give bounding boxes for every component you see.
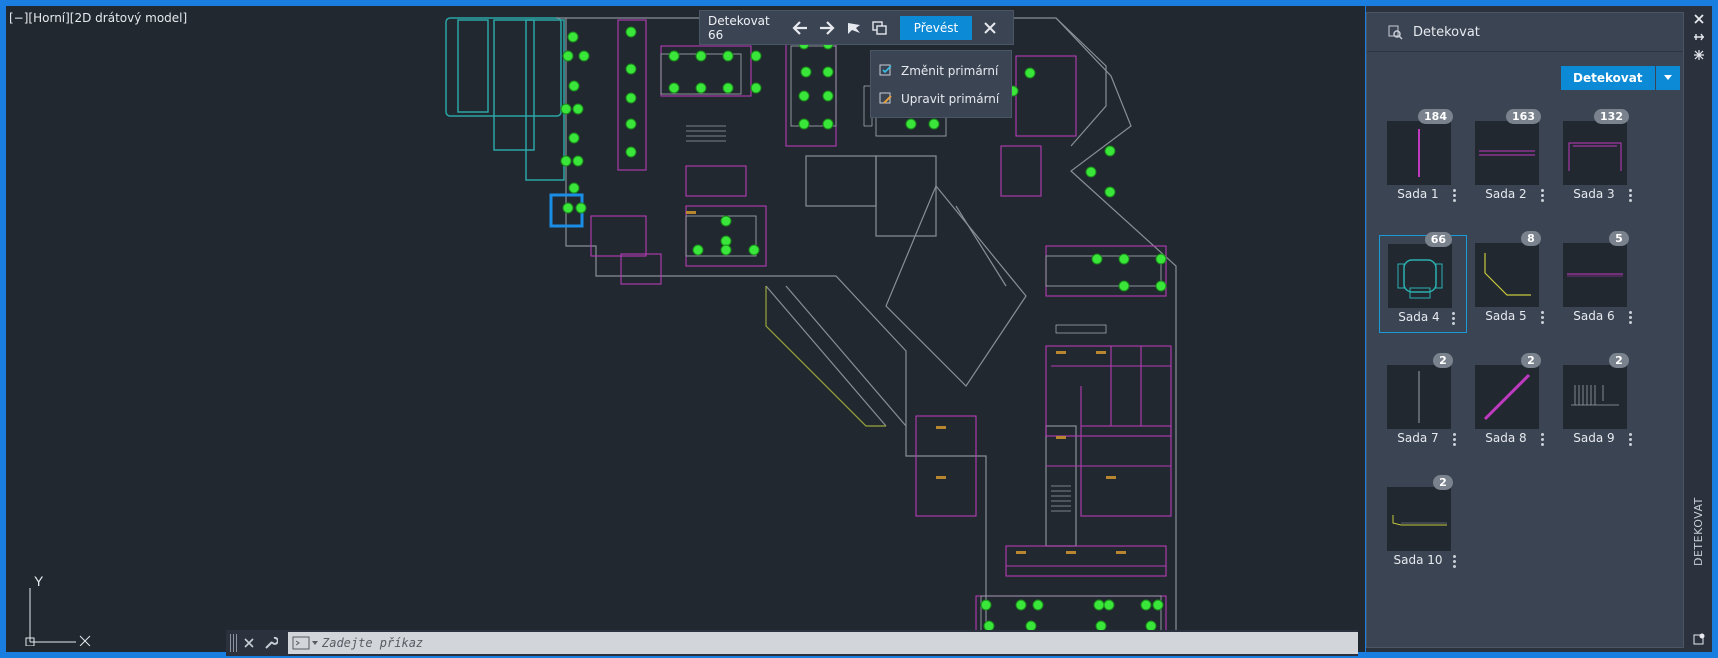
set-card[interactable]: 2 Sada 9	[1555, 353, 1643, 455]
close-icon[interactable]	[1686, 10, 1712, 28]
set-thumbnail	[1475, 365, 1539, 429]
menu-item-change-primary[interactable]: Změnit primární	[871, 57, 1011, 85]
set-thumbnail	[1563, 121, 1627, 185]
more-icon[interactable]	[1453, 555, 1457, 569]
set-card[interactable]: 2 Sada 8	[1467, 353, 1555, 455]
set-card[interactable]: 5 Sada 6	[1555, 231, 1643, 333]
ucs-icon: Y	[25, 573, 91, 646]
set-card[interactable]: 184 Sada 1	[1379, 109, 1467, 211]
detect-toolbar: Detekovat 66 Převést	[699, 10, 1014, 45]
copy-icon[interactable]	[869, 15, 892, 41]
set-card[interactable]: 8 Sada 5	[1467, 231, 1555, 333]
convert-button[interactable]: Převést	[899, 15, 973, 40]
set-label: Sada 8	[1485, 431, 1527, 445]
set-label: Sada 4	[1398, 310, 1440, 324]
count-badge: 2	[1609, 353, 1629, 368]
more-icon[interactable]	[1629, 311, 1633, 325]
set-thumbnail	[1475, 121, 1539, 185]
more-icon[interactable]	[1541, 189, 1545, 203]
palette-title: Detekovat	[1413, 24, 1480, 40]
menu-item-label: Změnit primární	[901, 64, 999, 78]
detect-palette: Detekovat Detekovat 184 Sada 1 163 Sada …	[1366, 6, 1712, 652]
palette-vertical-title: DETEKOVAT	[1692, 497, 1705, 566]
detect-settings-icon[interactable]	[1686, 630, 1712, 648]
ucs-y-label: Y	[34, 573, 44, 589]
set-label: Sada 5	[1485, 309, 1527, 323]
set-thumbnail	[1387, 121, 1451, 185]
detect-menu: Změnit primární Upravit primární	[870, 50, 1012, 118]
palette-body: Detekovat Detekovat 184 Sada 1 163 Sada …	[1366, 12, 1684, 648]
detect-button[interactable]: Detekovat	[1561, 66, 1655, 90]
detect-dropdown-button[interactable]	[1655, 66, 1680, 90]
count-badge: 2	[1521, 353, 1541, 368]
set-thumbnail	[1387, 487, 1451, 551]
command-prompt-icon[interactable]	[292, 636, 322, 650]
set-thumbnail	[1388, 244, 1452, 308]
detect-icon	[1388, 25, 1403, 40]
close-icon[interactable]	[238, 632, 260, 654]
detect-count-label: Detekovat 66	[708, 13, 770, 42]
set-thumbnail	[1563, 365, 1627, 429]
set-card[interactable]: 163 Sada 2	[1467, 109, 1555, 211]
flag-icon[interactable]	[842, 15, 865, 41]
divider	[1367, 51, 1683, 52]
set-card[interactable]: 2 Sada 10	[1379, 475, 1467, 577]
more-icon[interactable]	[1541, 311, 1545, 325]
change-primary-icon	[879, 64, 892, 76]
viewport-controls-label[interactable]: [−][Horní][2D drátový model]	[9, 11, 187, 25]
set-thumbnail	[1475, 243, 1539, 307]
set-label: Sada 9	[1573, 431, 1615, 445]
command-line: Zadejte příkaz	[226, 630, 1358, 656]
properties-icon[interactable]	[1686, 46, 1712, 64]
auto-hide-icon[interactable]	[1686, 28, 1712, 46]
menu-item-label: Upravit primární	[901, 92, 1000, 106]
count-badge: 132	[1594, 109, 1629, 124]
command-input[interactable]: Zadejte příkaz	[288, 632, 1358, 654]
menu-item-edit-primary[interactable]: Upravit primární	[871, 85, 1011, 113]
palette-header: Detekovat	[1367, 13, 1683, 51]
close-icon[interactable]	[978, 15, 1001, 41]
set-label: Sada 2	[1485, 187, 1527, 201]
count-badge: 8	[1521, 231, 1541, 246]
set-card[interactable]: 2 Sada 7	[1379, 353, 1467, 455]
drag-handle[interactable]	[230, 634, 238, 652]
command-placeholder: Zadejte příkaz	[322, 636, 424, 650]
set-label: Sada 6	[1573, 309, 1615, 323]
set-thumbnail	[1387, 365, 1451, 429]
set-card[interactable]: 132 Sada 3	[1555, 109, 1643, 211]
edit-primary-icon	[879, 92, 892, 104]
set-label: Sada 7	[1397, 431, 1439, 445]
detect-button-group: Detekovat	[1561, 66, 1680, 90]
count-badge: 2	[1433, 475, 1453, 490]
arrow-left-icon[interactable]	[789, 15, 812, 41]
drawing-viewport[interactable]: [−][Horní][2D drátový model] Y Detekovat…	[6, 6, 1365, 652]
count-badge: 184	[1418, 109, 1453, 124]
set-thumbnail	[1563, 243, 1627, 307]
set-label: Sada 3	[1573, 187, 1615, 201]
count-badge: 163	[1506, 109, 1541, 124]
more-icon[interactable]	[1629, 189, 1633, 203]
arrow-right-icon[interactable]	[815, 15, 838, 41]
floor-plan-drawing	[445, 17, 1177, 647]
more-icon[interactable]	[1453, 189, 1457, 203]
wrench-icon[interactable]	[260, 632, 282, 654]
more-icon[interactable]	[1453, 433, 1457, 447]
count-badge: 66	[1424, 232, 1452, 247]
more-icon[interactable]	[1629, 433, 1633, 447]
count-badge: 5	[1609, 231, 1629, 246]
chevron-down-icon	[1663, 75, 1672, 80]
more-icon[interactable]	[1541, 433, 1545, 447]
count-badge: 2	[1433, 353, 1453, 368]
set-label: Sada 1	[1397, 187, 1439, 201]
set-card[interactable]: 66 Sada 4	[1379, 232, 1467, 333]
set-label: Sada 10	[1393, 553, 1443, 567]
palette-strip: DETEKOVAT	[1686, 6, 1712, 652]
more-icon[interactable]	[1452, 312, 1456, 326]
